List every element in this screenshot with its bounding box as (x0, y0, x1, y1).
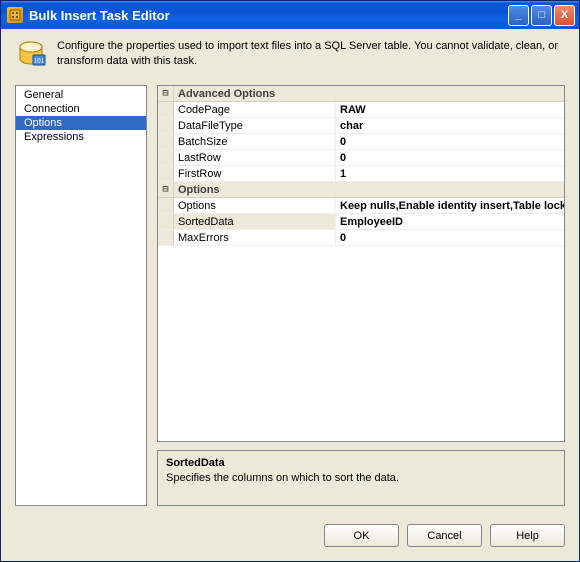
property-name: FirstRow (174, 166, 336, 181)
property-name: LastRow (174, 150, 336, 165)
property-row[interactable]: CodePageRAW (158, 102, 564, 118)
property-row[interactable]: BatchSize0 (158, 134, 564, 150)
property-gutter (158, 150, 174, 165)
property-gutter (158, 230, 174, 245)
property-grid[interactable]: ⊟Advanced OptionsCodePageRAWDataFileType… (157, 85, 565, 442)
property-value[interactable]: char (336, 118, 564, 133)
sidebar-item-connection[interactable]: Connection (16, 102, 146, 116)
property-gutter (158, 118, 174, 133)
property-gutter (158, 166, 174, 181)
button-row: OK Cancel Help (1, 516, 579, 561)
sidebar-item-general[interactable]: General (16, 88, 146, 102)
property-group-label: Options (174, 182, 220, 197)
property-value[interactable]: EmployeeID (336, 214, 564, 229)
right-pane: ⊟Advanced OptionsCodePageRAWDataFileType… (157, 85, 565, 506)
property-name: Options (174, 198, 336, 213)
info-text: Configure the properties used to import … (57, 39, 565, 69)
description-panel: SortedData Specifies the columns on whic… (157, 450, 565, 506)
property-name: MaxErrors (174, 230, 336, 245)
property-row[interactable]: MaxErrors0 (158, 230, 564, 246)
description-title: SortedData (166, 457, 556, 469)
property-group-header[interactable]: ⊟Advanced Options (158, 86, 564, 102)
property-group-header[interactable]: ⊟Options (158, 182, 564, 198)
description-text: Specifies the columns on which to sort t… (166, 472, 556, 484)
property-value[interactable]: 0 (336, 230, 564, 245)
info-panel: 101 Configure the properties used to imp… (1, 29, 579, 85)
property-group-label: Advanced Options (174, 86, 275, 101)
sidebar: General Connection Options Expressions (15, 85, 147, 506)
property-row[interactable]: OptionsKeep nulls,Enable identity insert… (158, 198, 564, 214)
property-value[interactable]: 0 (336, 134, 564, 149)
titlebar: Bulk Insert Task Editor _ □ X (1, 1, 579, 29)
property-name: CodePage (174, 102, 336, 117)
property-name: DataFileType (174, 118, 336, 133)
sidebar-item-expressions[interactable]: Expressions (16, 130, 146, 144)
property-row[interactable]: LastRow0 (158, 150, 564, 166)
sidebar-item-label: Connection (24, 103, 80, 115)
window-controls: _ □ X (508, 5, 575, 26)
window-title: Bulk Insert Task Editor (29, 8, 508, 23)
ok-button[interactable]: OK (324, 524, 399, 547)
property-name: BatchSize (174, 134, 336, 149)
dialog-window: Bulk Insert Task Editor _ □ X 101 Config… (0, 0, 580, 562)
property-gutter (158, 214, 174, 229)
property-gutter (158, 198, 174, 213)
close-button[interactable]: X (554, 5, 575, 26)
sidebar-item-options[interactable]: Options (16, 116, 146, 130)
svg-text:101: 101 (34, 57, 45, 65)
property-row[interactable]: SortedDataEmployeeID (158, 214, 564, 230)
sidebar-item-label: Options (24, 117, 62, 129)
property-value[interactable]: RAW (336, 102, 564, 117)
collapse-icon[interactable]: ⊟ (158, 86, 174, 101)
sidebar-item-label: Expressions (24, 131, 84, 143)
property-row[interactable]: DataFileTypechar (158, 118, 564, 134)
help-button[interactable]: Help (490, 524, 565, 547)
content-area: GeneralConnectionOptionsExpressions ⊟Adv… (1, 85, 579, 516)
task-icon: 101 (15, 39, 47, 71)
collapse-icon[interactable]: ⊟ (158, 182, 174, 197)
sidebar-item-label: General (24, 89, 63, 101)
property-value[interactable]: 1 (336, 166, 564, 181)
property-value[interactable]: Keep nulls,Enable identity insert,Table … (336, 198, 564, 213)
minimize-button[interactable]: _ (508, 5, 529, 26)
app-icon (7, 7, 23, 23)
cancel-button[interactable]: Cancel (407, 524, 482, 547)
property-gutter (158, 102, 174, 117)
property-gutter (158, 134, 174, 149)
property-value[interactable]: 0 (336, 150, 564, 165)
property-row[interactable]: FirstRow1 (158, 166, 564, 182)
maximize-button[interactable]: □ (531, 5, 552, 26)
property-name: SortedData (174, 214, 336, 229)
